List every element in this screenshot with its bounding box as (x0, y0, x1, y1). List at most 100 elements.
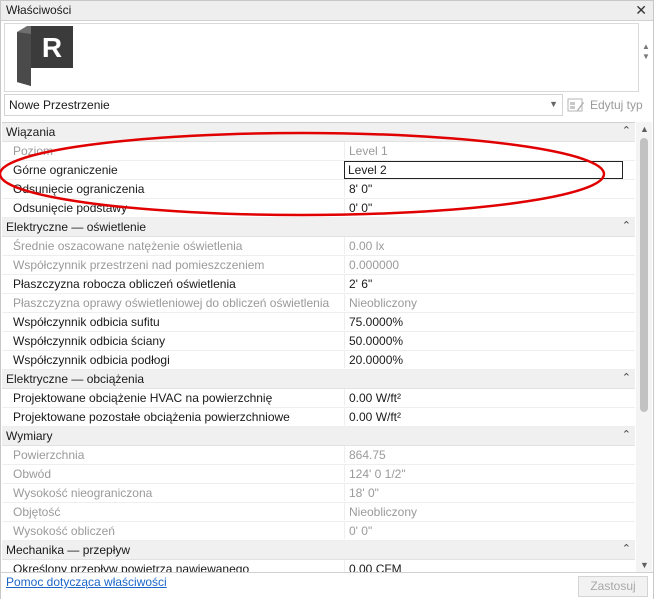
group-header[interactable]: Wiązania ⌃ (2, 123, 635, 142)
group-label: Wiązania (6, 125, 56, 139)
property-name: Objętość (13, 505, 61, 519)
property-value: 864.75 (349, 448, 386, 462)
property-name: Powierzchnia (13, 448, 85, 462)
property-name: Współczynnik odbicia podłogi (13, 353, 170, 367)
property-value: 0.00 W/ft² (349, 391, 402, 405)
help-link[interactable]: Pomoc dotycząca właściwości (6, 575, 167, 589)
property-row: Wysokość nieograniczona 18' 0" (2, 484, 635, 503)
property-row: Poziom Level 1 (2, 142, 635, 161)
edit-type-icon (567, 98, 584, 112)
property-value-cell: 0.00 lx (344, 237, 635, 254)
group-header[interactable]: Mechanika — przepływ ⌃ (2, 541, 635, 560)
properties-scrollbar[interactable]: ▲ ▼ (636, 122, 652, 572)
property-value: 0.00 lx (349, 239, 385, 253)
revit-logo: R (17, 26, 73, 86)
panel-title: Właściwości (6, 3, 72, 17)
properties-grid: Wiązania ⌃ Poziom Level 1 Górne ograniczenie… (2, 122, 635, 573)
property-value: 124' 0 1/2" (349, 467, 406, 481)
edit-type-label: Edytuj typ (590, 98, 643, 112)
collapse-icon[interactable]: ⌃ (622, 428, 631, 441)
properties-panel: Właściwości ✕ R ▲ ▼ Nowe Przestrzenie ▼ (0, 0, 654, 599)
property-name: Odsunięcie ograniczenia (13, 182, 145, 196)
type-selector-value: Nowe Przestrzenie (9, 98, 110, 112)
property-value-cell: 864.75 (344, 446, 635, 463)
scroll-down-icon[interactable]: ▼ (642, 52, 650, 61)
property-row: Powierzchnia 864.75 (2, 446, 635, 465)
property-value-cell[interactable]: 75.0000% (344, 313, 635, 330)
group-header[interactable]: Elektryczne — obciążenia ⌃ (2, 370, 635, 389)
logo-letter: R (42, 32, 62, 63)
property-value: Level 2 (348, 163, 387, 177)
close-icon[interactable]: ✕ (635, 2, 647, 19)
title-bar: Właściwości ✕ (1, 1, 653, 21)
property-row: Wysokość obliczeń 0' 0" (2, 522, 635, 541)
property-value: Nieobliczony (349, 296, 418, 310)
property-value: 0' 0" (349, 201, 373, 215)
property-name: Płaszczyzna robocza obliczeń oświetlenia (13, 277, 236, 291)
property-name: Średnie oszacowane natężenie oświetlenia (13, 239, 243, 253)
edit-type-button[interactable]: Edytuj typ (567, 95, 651, 115)
scroll-down-icon[interactable]: ▼ (640, 560, 649, 570)
scroll-up-icon[interactable]: ▲ (640, 124, 649, 134)
property-value-cell[interactable]: 0' 0" (344, 199, 635, 216)
property-row: Płaszczyzna oprawy oświetleniowej do obl… (2, 294, 635, 313)
panel-footer: Pomoc dotycząca właściwości Zastosuj (1, 572, 653, 599)
property-value-cell: 18' 0" (344, 484, 635, 501)
property-value: 20.0000% (349, 353, 404, 367)
property-value-cell[interactable]: 8' 0" (344, 180, 635, 197)
collapse-icon[interactable]: ⌃ (622, 371, 631, 384)
property-value: 18' 0" (349, 486, 379, 500)
group-header[interactable]: Elektryczne — oświetlenie ⌃ (2, 218, 635, 237)
property-name: Płaszczyzna oprawy oświetleniowej do obl… (13, 296, 330, 310)
property-row: Średnie oszacowane natężenie oświetlenia… (2, 237, 635, 256)
property-value-cell: 124' 0 1/2" (344, 465, 635, 482)
property-name: Górne ograniczenie (13, 163, 118, 177)
chevron-down-icon[interactable]: ▼ (549, 99, 558, 109)
property-value-cell[interactable]: 50.0000% (344, 332, 635, 349)
group-header[interactable]: Wymiary ⌃ (2, 427, 635, 446)
property-name: Wysokość obliczeń (13, 524, 115, 538)
property-row: Obwód 124' 0 1/2" (2, 465, 635, 484)
property-value-cell[interactable]: 20.0000% (344, 351, 635, 368)
property-value: 75.0000% (349, 315, 404, 329)
property-value-cell[interactable]: 0.00 W/ft² (344, 389, 635, 406)
property-name: Współczynnik odbicia ściany (13, 334, 166, 348)
property-value-cell: 0.000000 (344, 256, 635, 273)
property-value-field[interactable]: Level 2 (344, 161, 623, 179)
group-label: Elektryczne — obciążenia (6, 372, 145, 386)
group-label: Wymiary (6, 429, 53, 443)
group-label: Elektryczne — oświetlenie (6, 220, 147, 234)
group-label: Mechanika — przepływ (6, 543, 131, 557)
property-value-cell[interactable]: 2' 6" (344, 275, 635, 292)
property-name: Poziom (13, 144, 54, 158)
property-row: Współczynnik odbicia podłogi 20.0000% (2, 351, 635, 370)
property-row: Objętość Nieobliczony (2, 503, 635, 522)
property-value-cell: Nieobliczony (344, 294, 635, 311)
apply-button[interactable]: Zastosuj (578, 576, 648, 597)
property-value-cell[interactable]: 0.00 W/ft² (344, 408, 635, 425)
property-row: Górne ograniczenie Level 2 (2, 161, 635, 180)
type-selector-row: Nowe Przestrzenie ▼ Edytuj typ (1, 93, 653, 117)
property-name: Projektowane obciążenie HVAC na powierzc… (13, 391, 273, 405)
property-name: Wysokość nieograniczona (13, 486, 153, 500)
collapse-icon[interactable]: ⌃ (622, 124, 631, 137)
property-value: 50.0000% (349, 334, 404, 348)
property-value-cell: Nieobliczony (344, 503, 635, 520)
property-name: Projektowane pozostałe obciążenia powier… (13, 410, 290, 424)
type-preview-box[interactable]: R (4, 23, 639, 92)
collapse-icon[interactable]: ⌃ (622, 542, 631, 555)
property-value-cell: Level 1 (344, 142, 635, 159)
property-row: Płaszczyzna robocza obliczeń oświetlenia… (2, 275, 635, 294)
scroll-up-icon[interactable]: ▲ (642, 42, 650, 51)
property-value: Nieobliczony (349, 505, 418, 519)
property-value: 0.000000 (349, 258, 400, 272)
property-row: Projektowane pozostałe obciążenia powier… (2, 408, 635, 427)
collapse-icon[interactable]: ⌃ (622, 219, 631, 232)
property-value: 2' 6" (349, 277, 373, 291)
property-row: Współczynnik odbicia ściany 50.0000% (2, 332, 635, 351)
property-value: 0' 0" (349, 524, 373, 538)
scrollbar-thumb[interactable] (640, 138, 648, 412)
property-row: Współczynnik odbicia sufitu 75.0000% (2, 313, 635, 332)
type-selector-dropdown[interactable]: Nowe Przestrzenie ▼ (4, 94, 563, 116)
property-name: Odsunięcie podstawy (13, 201, 128, 215)
